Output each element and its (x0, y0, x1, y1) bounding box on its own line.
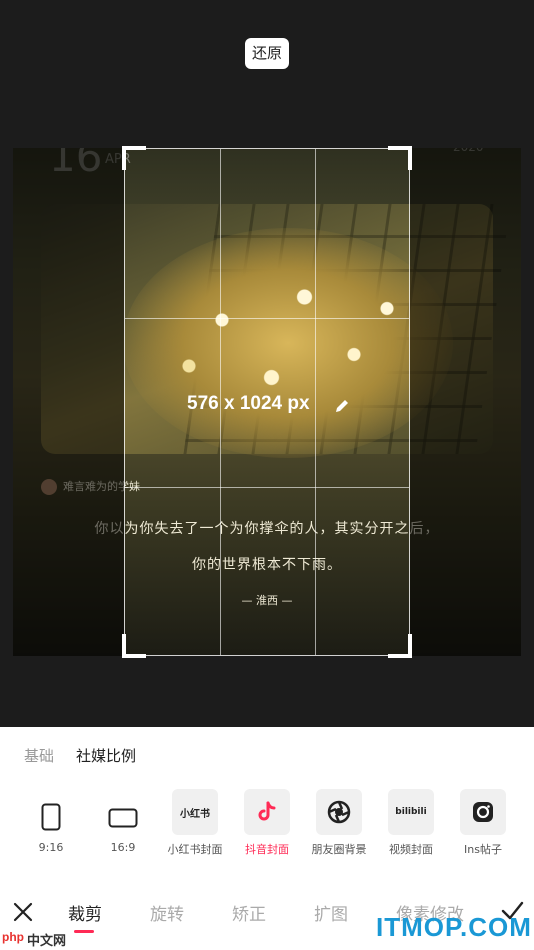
douyin-icon (244, 789, 290, 835)
itmop-watermark: ITMOP.COM (376, 912, 532, 942)
subtab-basic[interactable]: 基础 (24, 745, 54, 766)
tab-underline (74, 930, 94, 933)
instagram-icon (460, 789, 506, 835)
ratio-label: 16:9 (110, 841, 136, 854)
pencil-icon[interactable] (334, 398, 350, 414)
tab-correct[interactable]: 矫正 (232, 900, 266, 925)
portrait-rect-icon (41, 803, 61, 831)
crop-size-label[interactable]: 576 x 1024 px (187, 393, 310, 415)
php-cn-watermark: 中文网 (27, 934, 67, 949)
aperture-icon (316, 789, 362, 835)
grid-line (125, 318, 409, 319)
ratio-label: Ins帖子 (464, 843, 502, 856)
crop-handle-bottom-left[interactable] (122, 634, 146, 658)
ratio-label: 9:16 (38, 841, 64, 854)
ratio-label: 抖音封面 (245, 843, 289, 856)
tab-crop[interactable]: 裁剪 (68, 900, 102, 925)
grid-line (315, 149, 316, 655)
tab-rotate[interactable]: 旋转 (150, 900, 184, 925)
subtab-social-ratio[interactable]: 社媒比例 (76, 745, 136, 766)
xiaohongshu-icon: 小红书 (172, 789, 218, 835)
ratio-label: 小红书封面 (167, 843, 223, 856)
close-icon[interactable] (12, 901, 34, 923)
crop-handle-top-right[interactable] (388, 146, 412, 170)
tab-expand[interactable]: 扩图 (314, 900, 348, 925)
ratio-label: 视频封面 (389, 843, 433, 856)
crop-handle-top-left[interactable] (122, 146, 146, 170)
bilibili-icon: bilibili (388, 789, 434, 835)
landscape-rect-icon (108, 808, 138, 828)
crop-shade-left (13, 148, 124, 656)
ratio-label: 朋友圈背景 (311, 843, 367, 856)
reset-button[interactable]: 还原 (245, 38, 289, 69)
crop-shade-right (410, 148, 521, 656)
php-watermark: php (2, 930, 24, 944)
grid-line (125, 487, 409, 488)
crop-handle-bottom-right[interactable] (388, 634, 412, 658)
